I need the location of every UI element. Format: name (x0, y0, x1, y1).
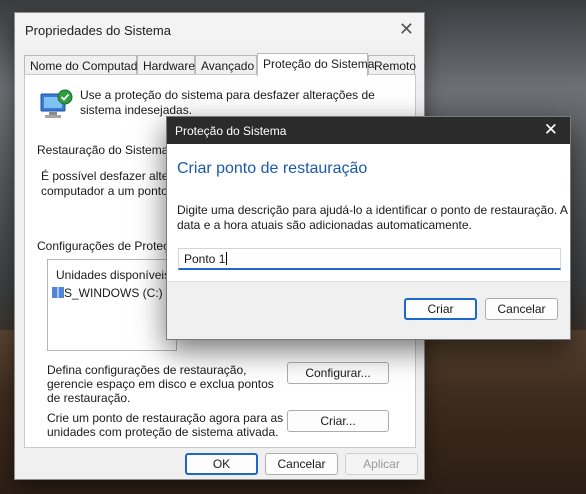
create-restore-point-dialog: Proteção do Sistema ✕ Criar ponto de res… (166, 116, 571, 340)
create-description: Crie um ponto de restauração agora para … (47, 411, 284, 439)
outer-cancel-button[interactable]: Cancelar (265, 453, 338, 475)
tab-advanced[interactable]: Avançado (195, 55, 257, 75)
outer-titlebar: Propriedades do Sistema ✕ (15, 13, 424, 47)
configure-button[interactable]: Configurar... (287, 362, 389, 384)
inner-cancel-button[interactable]: Cancelar (485, 298, 558, 320)
ok-button[interactable]: OK (185, 453, 258, 475)
tab-hardware[interactable]: Hardware (137, 55, 195, 75)
restore-heading: Restauração do Sistema (37, 143, 169, 157)
restore-point-description-input[interactable]: Ponto 1 (178, 248, 561, 270)
drives-column-header: Unidades disponíveis (56, 268, 171, 282)
dialog-heading: Criar ponto de restauração (177, 160, 368, 177)
drive-icon (52, 287, 64, 298)
tab-system-protection[interactable]: Proteção do Sistema (257, 53, 374, 76)
text-caret (226, 252, 228, 265)
apply-button: Aplicar (345, 453, 418, 475)
drives-listbox[interactable]: Unidades disponíveis S_WINDOWS (C:) (Sis… (47, 259, 217, 351)
outer-title: Propriedades do Sistema (25, 23, 171, 38)
tab-remote[interactable]: Remoto (368, 55, 416, 75)
dialog-description: Digite uma descrição para ajudá-lo a ide… (177, 203, 568, 232)
protection-settings-heading: Configurações de Proteção (37, 239, 183, 253)
inner-titlebar: Proteção do Sistema ✕ (167, 117, 570, 144)
input-value: Ponto 1 (184, 252, 226, 266)
inner-close-icon[interactable]: ✕ (544, 121, 558, 138)
inner-create-button[interactable]: Criar (404, 298, 477, 320)
create-restore-point-button[interactable]: Criar... (287, 410, 389, 432)
system-protection-icon (40, 89, 73, 118)
inner-title: Proteção do Sistema (175, 124, 287, 138)
outer-close-icon[interactable]: ✕ (399, 20, 414, 38)
tab-computer-name[interactable]: Nome do Computador (24, 55, 148, 75)
intro-text: Use a proteção do sistema para desfazer … (80, 88, 375, 117)
configure-description: Defina configurações de restauração, ger… (47, 363, 274, 405)
dialog-footer: Criar Cancelar (167, 281, 570, 339)
